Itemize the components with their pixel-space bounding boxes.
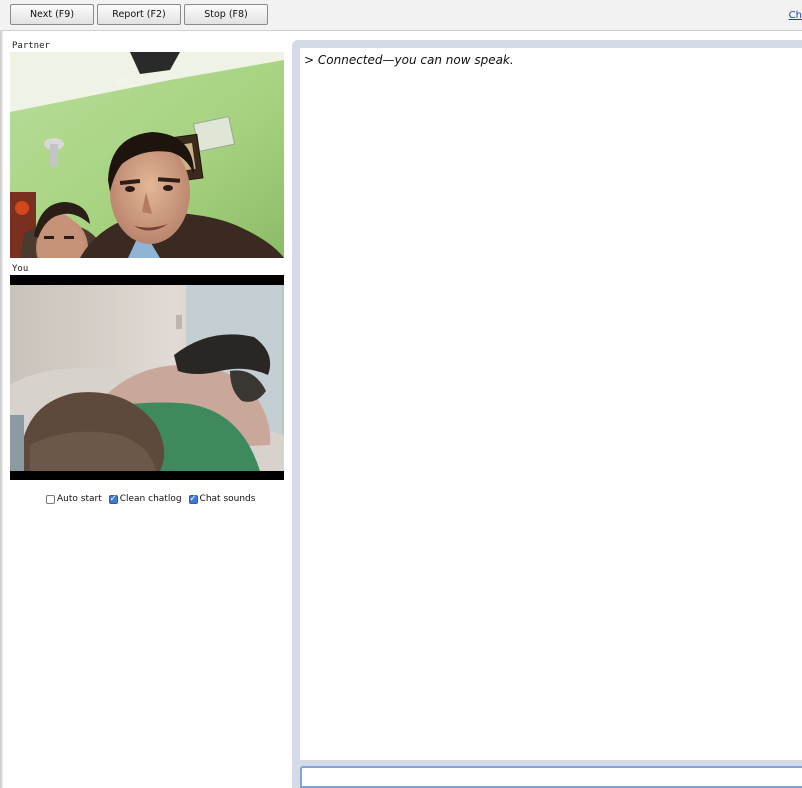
auto-start-checkbox[interactable] [46,494,55,504]
chat-message: > Connected—you can now speak. [304,53,514,67]
chat-sounds-label: Chat sounds [199,494,256,504]
top-right-link[interactable]: Ch [789,10,802,21]
partner-video-frame [10,52,284,258]
you-video-frame [10,275,284,480]
report-button[interactable]: Report (F2) [97,4,181,25]
clean-chatlog-label: Clean chatlog [119,494,182,504]
you-video [10,275,284,480]
chat-input[interactable] [300,766,802,788]
partner-label: Partner [12,41,50,51]
chat-message-prefix: > [304,53,315,67]
clean-chatlog-option[interactable]: ✓ Clean chatlog [108,494,182,504]
you-label: You [12,264,29,274]
options-row: Auto start ✓ Clean chatlog ✓ Chat sounds [46,494,259,504]
left-edge-shadow [0,31,3,788]
chat-sounds-checkbox[interactable]: ✓ [188,494,198,504]
partner-video [10,52,284,258]
next-button[interactable]: Next (F9) [10,4,94,25]
chat-log[interactable] [300,48,802,760]
clean-chatlog-checkbox[interactable]: ✓ [108,494,118,504]
chat-sounds-option[interactable]: ✓ Chat sounds [188,494,256,504]
auto-start-option[interactable]: Auto start [46,494,102,504]
chat-message-text: Connected—you can now speak. [317,53,514,67]
auto-start-label: Auto start [57,494,102,504]
top-toolbar: Next (F9) Report (F2) Stop (F8) Ch [0,0,802,31]
stop-button[interactable]: Stop (F8) [184,4,268,25]
